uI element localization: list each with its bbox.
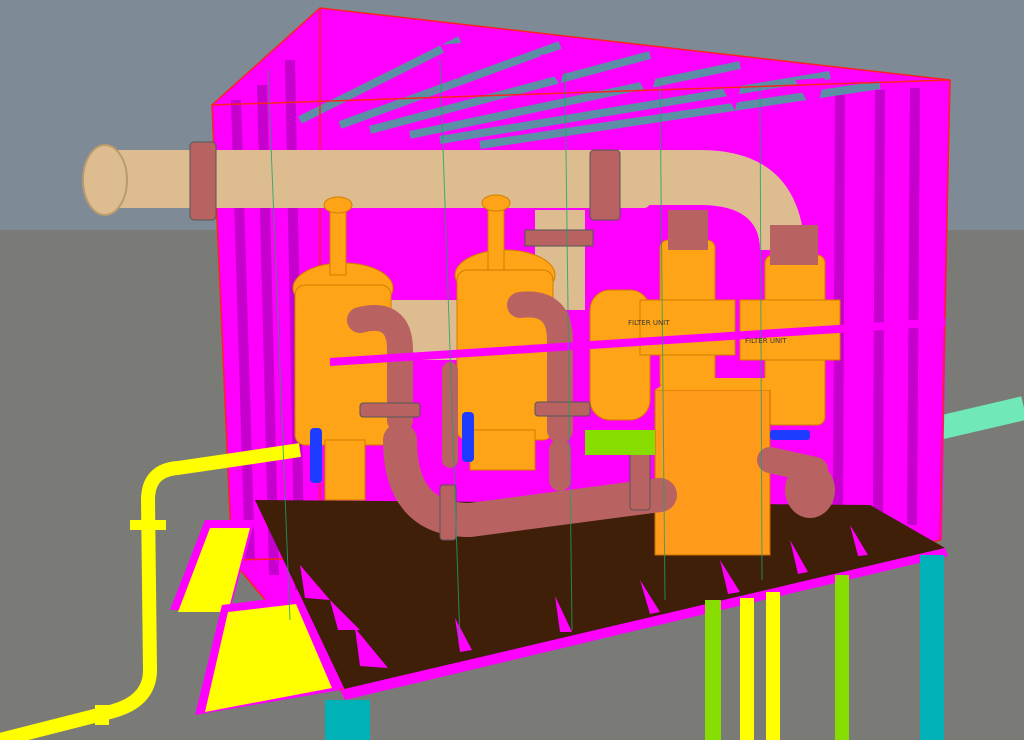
yellow-pipe-flange-lower xyxy=(95,705,109,725)
3d-model-viewport[interactable]: FILTER UNIT FILTER UNIT xyxy=(0,0,1024,740)
pump-discharge-flange xyxy=(785,462,835,518)
pump-baseplate xyxy=(585,430,655,455)
plant-3d-scene[interactable]: FILTER UNIT FILTER UNIT xyxy=(0,0,1024,740)
yellow-pipe-flange xyxy=(130,520,166,530)
unit-label-b: FILTER UNIT xyxy=(745,337,787,345)
unit-label-a: FILTER UNIT xyxy=(628,319,670,327)
